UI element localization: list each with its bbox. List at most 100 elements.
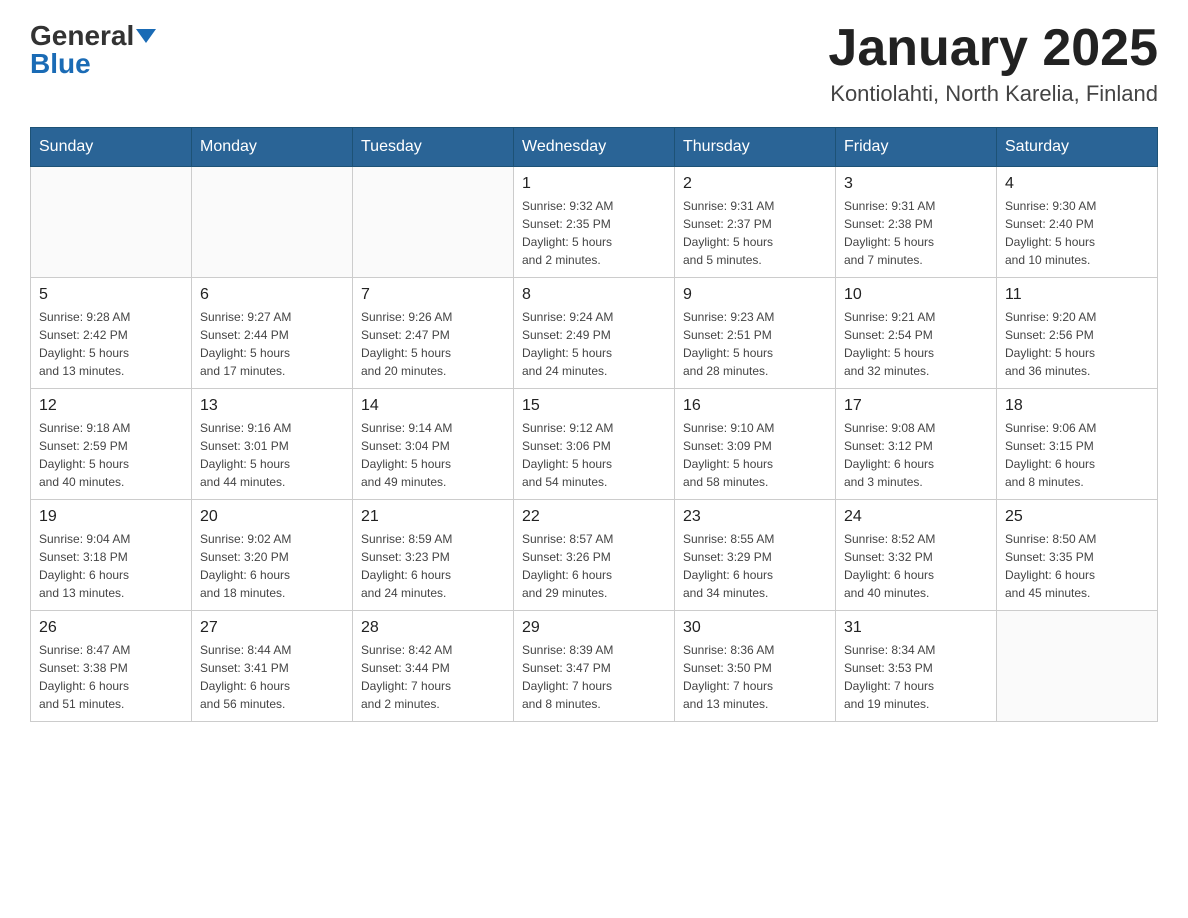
day-number: 12 <box>39 397 183 415</box>
day-number: 20 <box>200 508 344 526</box>
calendar-subtitle: Kontiolahti, North Karelia, Finland <box>828 81 1158 107</box>
day-info: Sunrise: 8:55 AMSunset: 3:29 PMDaylight:… <box>683 530 827 602</box>
day-number: 15 <box>522 397 666 415</box>
day-info: Sunrise: 9:24 AMSunset: 2:49 PMDaylight:… <box>522 308 666 380</box>
calendar-title: January 2025 <box>828 20 1158 77</box>
calendar-cell <box>353 167 514 278</box>
day-number: 27 <box>200 619 344 637</box>
day-number: 11 <box>1005 286 1149 304</box>
page-header: General Blue January 2025 Kontiolahti, N… <box>30 20 1158 107</box>
calendar-cell: 5Sunrise: 9:28 AMSunset: 2:42 PMDaylight… <box>31 278 192 389</box>
calendar-cell: 4Sunrise: 9:30 AMSunset: 2:40 PMDaylight… <box>997 167 1158 278</box>
day-info: Sunrise: 9:12 AMSunset: 3:06 PMDaylight:… <box>522 419 666 491</box>
calendar-cell: 17 Sunrise: 9:08 AMSunset: 3:12 PMDayligh… <box>836 389 997 500</box>
logo-blue: Blue <box>30 48 91 80</box>
day-number: 29 <box>522 619 666 637</box>
day-number: 28 <box>361 619 505 637</box>
calendar-cell: 31Sunrise: 8:34 AMSunset: 3:53 PMDayligh… <box>836 611 997 722</box>
calendar-cell: 9 Sunrise: 9:23 AMSunset: 2:51 PMDaylight… <box>675 278 836 389</box>
calendar-cell: 26 Sunrise: 8:47 AMSunset: 3:38 PMDayligh… <box>31 611 192 722</box>
weekday-header-friday: Friday <box>836 128 997 167</box>
calendar-week-row: 12Sunrise: 9:18 AMSunset: 2:59 PMDayligh… <box>31 389 1158 500</box>
day-info: Sunrise: 9:06 AMSunset: 3:15 PMDaylight:… <box>1005 419 1149 491</box>
day-info: Sunrise: 9:10 AMSunset: 3:09 PMDaylight:… <box>683 419 827 491</box>
day-info: Sunrise: 9:16 AMSunset: 3:01 PMDaylight:… <box>200 419 344 491</box>
calendar-cell: 2 Sunrise: 9:31 AMSunset: 2:37 PMDaylight… <box>675 167 836 278</box>
day-info: Sunrise: 9:21 AMSunset: 2:54 PMDaylight:… <box>844 308 988 380</box>
calendar-cell: 28 Sunrise: 8:42 AMSunset: 3:44 PMDayligh… <box>353 611 514 722</box>
day-number: 17 <box>844 397 988 415</box>
weekday-header-thursday: Thursday <box>675 128 836 167</box>
day-number: 25 <box>1005 508 1149 526</box>
calendar-cell: 13 Sunrise: 9:16 AMSunset: 3:01 PMDayligh… <box>192 389 353 500</box>
day-info: Sunrise: 9:04 AMSunset: 3:18 PMDaylight:… <box>39 530 183 602</box>
calendar-cell: 30 Sunrise: 8:36 AMSunset: 3:50 PMDayligh… <box>675 611 836 722</box>
day-number: 30 <box>683 619 827 637</box>
calendar-cell <box>192 167 353 278</box>
day-number: 6 <box>200 286 344 304</box>
title-section: January 2025 Kontiolahti, North Karelia,… <box>828 20 1158 107</box>
day-number: 7 <box>361 286 505 304</box>
day-number: 8 <box>522 286 666 304</box>
day-info: Sunrise: 9:32 AMSunset: 2:35 PMDaylight:… <box>522 197 666 269</box>
calendar-week-row: 26 Sunrise: 8:47 AMSunset: 3:38 PMDayligh… <box>31 611 1158 722</box>
day-number: 22 <box>522 508 666 526</box>
calendar-cell <box>997 611 1158 722</box>
day-info: Sunrise: 9:31 AMSunset: 2:37 PMDaylight:… <box>683 197 827 269</box>
calendar-week-row: 19 Sunrise: 9:04 AMSunset: 3:18 PMDayligh… <box>31 500 1158 611</box>
day-info: Sunrise: 8:44 AMSunset: 3:41 PMDaylight:… <box>200 641 344 713</box>
day-info: Sunrise: 8:52 AMSunset: 3:32 PMDaylight:… <box>844 530 988 602</box>
day-info: Sunrise: 8:59 AMSunset: 3:23 PMDaylight:… <box>361 530 505 602</box>
day-info: Sunrise: 8:42 AMSunset: 3:44 PMDaylight:… <box>361 641 505 713</box>
calendar-cell: 23 Sunrise: 8:55 AMSunset: 3:29 PMDayligh… <box>675 500 836 611</box>
day-number: 31 <box>844 619 988 637</box>
day-number: 16 <box>683 397 827 415</box>
calendar-cell: 21 Sunrise: 8:59 AMSunset: 3:23 PMDayligh… <box>353 500 514 611</box>
day-number: 13 <box>200 397 344 415</box>
day-number: 24 <box>844 508 988 526</box>
day-info: Sunrise: 8:36 AMSunset: 3:50 PMDaylight:… <box>683 641 827 713</box>
day-number: 10 <box>844 286 988 304</box>
calendar-cell: 19 Sunrise: 9:04 AMSunset: 3:18 PMDayligh… <box>31 500 192 611</box>
calendar-week-row: 5Sunrise: 9:28 AMSunset: 2:42 PMDaylight… <box>31 278 1158 389</box>
weekday-header-tuesday: Tuesday <box>353 128 514 167</box>
day-number: 18 <box>1005 397 1149 415</box>
calendar-cell: 10 Sunrise: 9:21 AMSunset: 2:54 PMDayligh… <box>836 278 997 389</box>
day-number: 26 <box>39 619 183 637</box>
day-info: Sunrise: 9:02 AMSunset: 3:20 PMDaylight:… <box>200 530 344 602</box>
calendar-cell: 22Sunrise: 8:57 AMSunset: 3:26 PMDayligh… <box>514 500 675 611</box>
calendar-cell: 6 Sunrise: 9:27 AMSunset: 2:44 PMDaylight… <box>192 278 353 389</box>
calendar-cell: 14 Sunrise: 9:14 AMSunset: 3:04 PMDayligh… <box>353 389 514 500</box>
day-number: 21 <box>361 508 505 526</box>
calendar-cell: 1 Sunrise: 9:32 AMSunset: 2:35 PMDaylight… <box>514 167 675 278</box>
day-number: 2 <box>683 175 827 193</box>
day-number: 4 <box>1005 175 1149 193</box>
calendar-cell: 20 Sunrise: 9:02 AMSunset: 3:20 PMDayligh… <box>192 500 353 611</box>
day-info: Sunrise: 9:08 AMSunset: 3:12 PMDaylight:… <box>844 419 988 491</box>
calendar-cell: 11Sunrise: 9:20 AMSunset: 2:56 PMDayligh… <box>997 278 1158 389</box>
day-number: 9 <box>683 286 827 304</box>
calendar-cell: 16 Sunrise: 9:10 AMSunset: 3:09 PMDayligh… <box>675 389 836 500</box>
day-info: Sunrise: 9:27 AMSunset: 2:44 PMDaylight:… <box>200 308 344 380</box>
calendar-cell: 25Sunrise: 8:50 AMSunset: 3:35 PMDayligh… <box>997 500 1158 611</box>
calendar-cell: 7 Sunrise: 9:26 AMSunset: 2:47 PMDaylight… <box>353 278 514 389</box>
day-number: 23 <box>683 508 827 526</box>
calendar-cell: 24 Sunrise: 8:52 AMSunset: 3:32 PMDayligh… <box>836 500 997 611</box>
calendar-cell: 27 Sunrise: 8:44 AMSunset: 3:41 PMDayligh… <box>192 611 353 722</box>
day-info: Sunrise: 9:14 AMSunset: 3:04 PMDaylight:… <box>361 419 505 491</box>
day-info: Sunrise: 9:23 AMSunset: 2:51 PMDaylight:… <box>683 308 827 380</box>
day-number: 1 <box>522 175 666 193</box>
day-number: 3 <box>844 175 988 193</box>
day-number: 5 <box>39 286 183 304</box>
calendar-cell: 15 Sunrise: 9:12 AMSunset: 3:06 PMDayligh… <box>514 389 675 500</box>
day-info: Sunrise: 8:39 AMSunset: 3:47 PMDaylight:… <box>522 641 666 713</box>
day-number: 14 <box>361 397 505 415</box>
day-number: 19 <box>39 508 183 526</box>
weekday-header-monday: Monday <box>192 128 353 167</box>
weekday-header-saturday: Saturday <box>997 128 1158 167</box>
day-info: Sunrise: 8:47 AMSunset: 3:38 PMDaylight:… <box>39 641 183 713</box>
day-info: Sunrise: 9:26 AMSunset: 2:47 PMDaylight:… <box>361 308 505 380</box>
calendar-cell: 12Sunrise: 9:18 AMSunset: 2:59 PMDayligh… <box>31 389 192 500</box>
calendar-cell: 18 Sunrise: 9:06 AMSunset: 3:15 PMDayligh… <box>997 389 1158 500</box>
weekday-header-row: SundayMondayTuesdayWednesdayThursdayFrid… <box>31 128 1158 167</box>
